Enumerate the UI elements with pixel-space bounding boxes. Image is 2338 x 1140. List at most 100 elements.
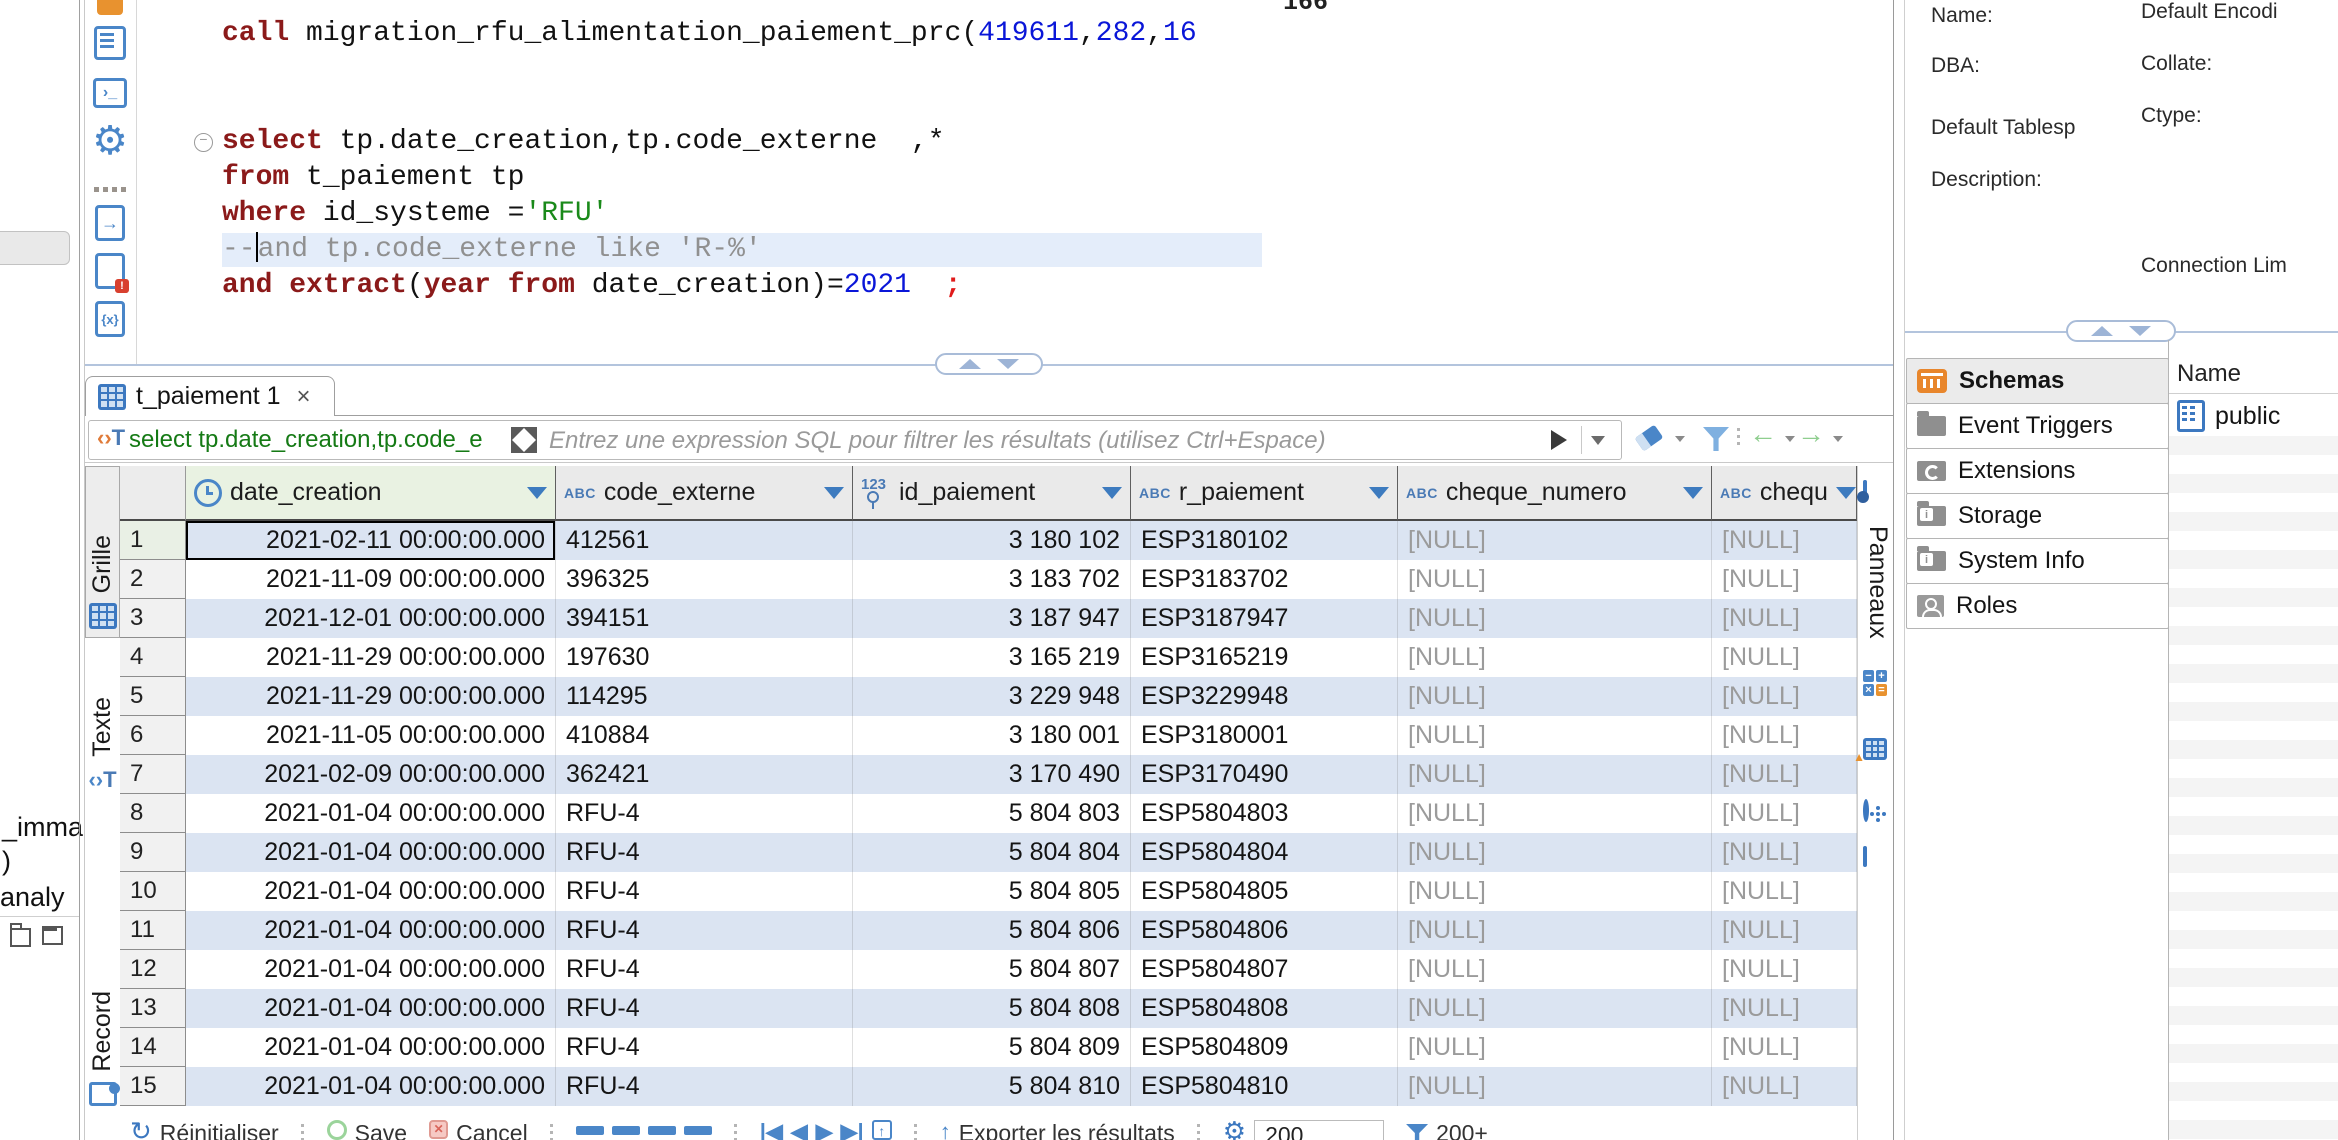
row-number-cell[interactable]: 14 xyxy=(120,1028,186,1067)
partial-icon[interactable] xyxy=(93,0,127,22)
row-number-cell[interactable]: 10 xyxy=(120,872,186,911)
grid-corner-cell[interactable] xyxy=(120,466,186,521)
calculator-icon[interactable]: −+×= xyxy=(1863,670,1887,694)
cell-date-creation[interactable]: 2021-01-04 00:00:00.000 xyxy=(186,950,556,989)
filter-dropdown-icon[interactable] xyxy=(1591,436,1605,445)
cell-cheque-extra[interactable]: [NULL] xyxy=(1712,911,1857,950)
cell-cheque-numero[interactable]: [NULL] xyxy=(1398,950,1712,989)
cell-cheque-extra[interactable]: [NULL] xyxy=(1712,521,1857,560)
table-row[interactable]: 82021-01-04 00:00:00.000RFU-45 804 803ES… xyxy=(120,794,1857,833)
table-row[interactable]: 52021-11-29 00:00:00.0001142953 229 948E… xyxy=(120,677,1857,716)
variables-file-icon[interactable]: {x} xyxy=(93,302,127,336)
chevron-down-icon[interactable] xyxy=(1675,436,1685,442)
row-number-cell[interactable]: 1 xyxy=(120,521,186,560)
cell-code-externe[interactable]: 362421 xyxy=(556,755,853,794)
close-icon[interactable]: × xyxy=(297,383,311,411)
cell-r-paiement[interactable]: ESP5804810 xyxy=(1131,1067,1398,1106)
export-results-button[interactable]: ↑Exporter les résultats xyxy=(940,1120,1175,1140)
cancel-button[interactable]: ✕Cancel xyxy=(429,1120,528,1140)
cell-code-externe[interactable]: RFU-4 xyxy=(556,833,853,872)
row-number-cell[interactable]: 2 xyxy=(120,560,186,599)
file-error-icon[interactable]: ! xyxy=(93,254,127,288)
cell-r-paiement[interactable]: ESP3165219 xyxy=(1131,638,1398,677)
column-header-cheque-extra[interactable]: ABCchequ xyxy=(1712,466,1857,521)
cell-date-creation[interactable]: 2021-12-01 00:00:00.000 xyxy=(186,599,556,638)
splitter-handle[interactable] xyxy=(935,353,1043,375)
filter-funnel-icon[interactable] xyxy=(1703,427,1729,451)
cell-cheque-extra[interactable]: [NULL] xyxy=(1712,833,1857,872)
cell-cheque-extra[interactable]: [NULL] xyxy=(1712,1028,1857,1067)
split-panel-icon[interactable] xyxy=(1863,848,1867,866)
cell-code-externe[interactable]: 197630 xyxy=(556,638,853,677)
cell-r-paiement[interactable]: ESP3229948 xyxy=(1131,677,1398,716)
table-row[interactable]: 122021-01-04 00:00:00.000RFU-45 804 807E… xyxy=(120,950,1857,989)
cell-cheque-extra[interactable]: [NULL] xyxy=(1712,755,1857,794)
cell-code-externe[interactable]: 410884 xyxy=(556,716,853,755)
table-row[interactable]: 72021-02-09 00:00:00.0003624213 170 490E… xyxy=(120,755,1857,794)
cell-date-creation[interactable]: 2021-01-04 00:00:00.000 xyxy=(186,794,556,833)
table-row[interactable]: 102021-01-04 00:00:00.000RFU-45 804 805E… xyxy=(120,872,1857,911)
cell-date-creation[interactable]: 2021-11-05 00:00:00.000 xyxy=(186,716,556,755)
cell-code-externe[interactable]: RFU-4 xyxy=(556,1067,853,1106)
collapse-up-icon[interactable] xyxy=(959,359,981,369)
column-header-date-creation[interactable]: date_creation xyxy=(186,466,556,521)
cell-cheque-extra[interactable]: [NULL] xyxy=(1712,989,1857,1028)
tab-grid-presentation[interactable]: Grille xyxy=(85,466,120,638)
record-view-icon[interactable] xyxy=(1863,802,1869,820)
column-header-code-externe[interactable]: ABCcode_externe xyxy=(556,466,853,521)
fold-icon[interactable]: − xyxy=(194,133,213,152)
cell-cheque-numero[interactable]: [NULL] xyxy=(1398,521,1712,560)
cell-date-creation[interactable]: 2021-01-04 00:00:00.000 xyxy=(186,911,556,950)
chevron-down-icon[interactable] xyxy=(1833,436,1843,442)
cell-code-externe[interactable]: RFU-4 xyxy=(556,1028,853,1067)
table-row[interactable]: 12021-02-11 00:00:00.0004125613 180 102E… xyxy=(120,521,1857,560)
cell-r-paiement[interactable]: ESP5804809 xyxy=(1131,1028,1398,1067)
cell-id-paiement[interactable]: 5 804 804 xyxy=(853,833,1131,872)
cell-date-creation[interactable]: 2021-11-09 00:00:00.000 xyxy=(186,560,556,599)
sort-filter-arrow-icon[interactable] xyxy=(824,487,844,499)
sql-console-icon[interactable]: ›_ xyxy=(93,76,127,110)
cell-date-creation[interactable]: 2021-01-04 00:00:00.000 xyxy=(186,1028,556,1067)
table-row[interactable]: 112021-01-04 00:00:00.000RFU-45 804 806E… xyxy=(120,911,1857,950)
collapse-down-icon[interactable] xyxy=(997,359,1019,369)
goto-row-icon[interactable]: ↑ xyxy=(872,1120,892,1140)
cell-id-paiement[interactable]: 3 180 102 xyxy=(853,521,1131,560)
cell-date-creation[interactable]: 2021-01-04 00:00:00.000 xyxy=(186,833,556,872)
collapse-up-icon[interactable] xyxy=(2091,326,2113,336)
cell-r-paiement[interactable]: ESP3183702 xyxy=(1131,560,1398,599)
cell-cheque-numero[interactable]: [NULL] xyxy=(1398,833,1712,872)
sidebar-item-schemas[interactable]: Schemas xyxy=(1906,358,2169,404)
export-file-icon[interactable]: → xyxy=(93,206,127,240)
sidebar-item-extensions[interactable]: Extensions xyxy=(1906,448,2169,494)
cell-cheque-numero[interactable]: [NULL] xyxy=(1398,794,1712,833)
cell-id-paiement[interactable]: 5 804 806 xyxy=(853,911,1131,950)
cell-r-paiement[interactable]: ESP3180001 xyxy=(1131,716,1398,755)
cell-code-externe[interactable]: RFU-4 xyxy=(556,794,853,833)
cell-cheque-extra[interactable]: [NULL] xyxy=(1712,638,1857,677)
table-row[interactable]: 62021-11-05 00:00:00.0004108843 180 001E… xyxy=(120,716,1857,755)
cell-date-creation[interactable]: 2021-01-04 00:00:00.000 xyxy=(186,1067,556,1106)
panels-tab-icon[interactable] xyxy=(1863,482,1867,500)
name-column-header[interactable]: Name xyxy=(2177,360,2241,388)
row-number-cell[interactable]: 6 xyxy=(120,716,186,755)
cell-cheque-extra[interactable]: [NULL] xyxy=(1712,677,1857,716)
sidebar-item-storage[interactable]: Storage xyxy=(1906,493,2169,539)
row-number-cell[interactable]: 9 xyxy=(120,833,186,872)
filter-input[interactable]: ‹›T select tp.date_creation,tp.code_e En… xyxy=(88,420,1622,460)
column-header-id-paiement[interactable]: 123id_paiement xyxy=(853,466,1131,521)
cell-cheque-extra[interactable]: [NULL] xyxy=(1712,794,1857,833)
fetch-settings-icon[interactable]: ⚙ xyxy=(1223,1120,1246,1140)
cell-r-paiement[interactable]: ESP3180102 xyxy=(1131,521,1398,560)
cell-r-paiement[interactable]: ESP5804806 xyxy=(1131,911,1398,950)
cell-id-paiement[interactable]: 5 804 803 xyxy=(853,794,1131,833)
cell-cheque-numero[interactable]: [NULL] xyxy=(1398,989,1712,1028)
cell-code-externe[interactable]: RFU-4 xyxy=(556,989,853,1028)
refresh-button[interactable]: ↻Réinitialiser xyxy=(130,1120,279,1140)
cell-cheque-numero[interactable]: [NULL] xyxy=(1398,638,1712,677)
cell-date-creation[interactable]: 2021-11-29 00:00:00.000 xyxy=(186,677,556,716)
cell-r-paiement[interactable]: ESP5804805 xyxy=(1131,872,1398,911)
duplicate-row-icon[interactable] xyxy=(648,1126,676,1135)
cell-r-paiement[interactable]: ESP5804807 xyxy=(1131,950,1398,989)
cell-cheque-extra[interactable]: [NULL] xyxy=(1712,1067,1857,1106)
cell-cheque-numero[interactable]: [NULL] xyxy=(1398,560,1712,599)
